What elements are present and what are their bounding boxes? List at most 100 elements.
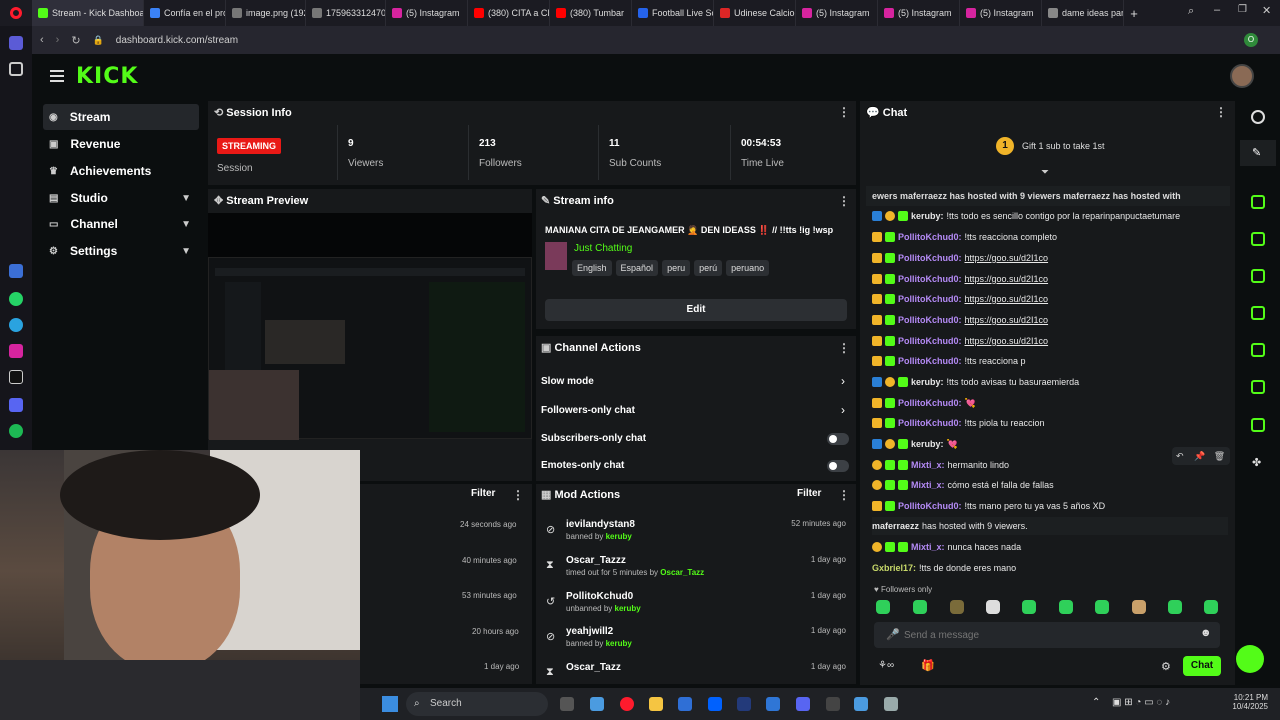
chat-username[interactable]: keruby: (911, 377, 944, 387)
windows-start-icon[interactable] (382, 696, 398, 712)
chat-username[interactable]: PollitoKchud0: (898, 294, 962, 304)
emote-icon[interactable] (950, 600, 964, 614)
gift-count-badge[interactable]: 1 (996, 137, 1014, 155)
emote-icon[interactable] (1204, 600, 1218, 614)
send-chat-button[interactable]: Chat (1183, 656, 1221, 676)
rail-doc-icon[interactable] (1251, 269, 1265, 283)
gift-icon[interactable]: 🎁 (921, 659, 935, 672)
tiktok-icon[interactable] (9, 370, 23, 384)
chat-username[interactable]: keruby: (911, 211, 944, 221)
browser-tab[interactable]: Confía en el proc (144, 0, 226, 26)
pencil-icon[interactable]: ✎ (1252, 146, 1261, 159)
chat-link[interactable]: https://goo.su/d2I1co (965, 274, 1049, 284)
taskbar-app-icon[interactable] (854, 697, 868, 711)
taskbar-search[interactable]: ⌕ Search (406, 692, 548, 716)
opera-taskbar-icon[interactable] (620, 697, 634, 711)
user-avatar[interactable] (1230, 64, 1254, 88)
rail-broadcast-icon[interactable] (1251, 343, 1265, 357)
new-tab-button[interactable]: + (1124, 6, 1144, 21)
browser-tab[interactable]: (380) Tumbar (550, 0, 632, 26)
nav-item-channel[interactable]: ▭ Channel ▼ (43, 211, 199, 237)
kick-logo[interactable]: KICK (76, 64, 138, 89)
aria-icon[interactable] (9, 264, 23, 278)
chevron-right-icon[interactable]: › (841, 403, 845, 417)
chat-more-icon[interactable]: ⋮ (1215, 105, 1227, 119)
emote-icon[interactable] (1059, 600, 1073, 614)
maximize-icon[interactable]: ❐ (1238, 4, 1247, 15)
menu-icon[interactable] (50, 70, 64, 82)
rail-chat-icon[interactable] (1251, 306, 1265, 320)
stream-preview-video[interactable] (208, 257, 532, 440)
browser-tab[interactable]: image.png (1920 (226, 0, 306, 26)
back-icon[interactable]: ‹ (40, 34, 44, 46)
chat-username[interactable]: PollitoKchud0: (898, 253, 962, 263)
taskbar-clock[interactable]: 10:21 PM 10/4/2025 (1226, 693, 1268, 711)
nav-item-studio[interactable]: ▤ Studio ▼ (43, 185, 199, 211)
nav-item-revenue[interactable]: ▣ Revenue (43, 131, 199, 157)
chat-username[interactable]: Mixti_x: (911, 460, 945, 470)
emote-icon[interactable] (1095, 600, 1109, 614)
tray-chevron-icon[interactable]: ⌃ (1092, 697, 1100, 708)
chat-username[interactable]: PollitoKchud0: (898, 501, 962, 511)
reply-icon[interactable]: ↶ (1176, 451, 1184, 461)
chat-link[interactable]: https://goo.su/d2I1co (965, 253, 1049, 263)
browser-tab[interactable]: (5) Instagram (386, 0, 468, 26)
emote-icon[interactable] (1132, 600, 1146, 614)
chat-tools-icon[interactable]: ⚘∞ (878, 660, 894, 671)
close-window-icon[interactable]: ✕ (1262, 4, 1271, 17)
instagram-icon[interactable] (9, 344, 23, 358)
activity-more-icon[interactable]: ⋮ (512, 488, 524, 502)
browser-tab[interactable]: (380) CITA a CIEG (468, 0, 550, 26)
nav-item-stream[interactable]: ◉ Stream (43, 104, 199, 130)
chat-message-input[interactable] (904, 626, 1194, 644)
rail-tools-icon[interactable] (1251, 418, 1265, 432)
emotes-only-toggle[interactable] (827, 460, 849, 472)
chat-username[interactable]: Mixti_x: (911, 542, 945, 552)
pin-icon[interactable]: 📌 (1194, 451, 1205, 461)
chat-link[interactable]: https://goo.su/d2I1co (965, 294, 1049, 304)
taskbar-app-icon[interactable] (737, 697, 751, 711)
info-icon[interactable] (1251, 110, 1265, 124)
session-more-icon[interactable]: ⋮ (838, 105, 850, 119)
microphone-icon[interactable]: 🎤 (886, 628, 900, 641)
support-headset-icon[interactable] (1236, 645, 1264, 673)
chat-settings-icon[interactable]: ⚙ (1161, 660, 1171, 673)
slow-mode-label[interactable]: Slow mode (541, 376, 594, 387)
discord-icon[interactable] (9, 398, 23, 412)
tab-search-icon[interactable]: ⌕ (1188, 5, 1194, 18)
chat-username[interactable]: PollitoKchud0: (898, 356, 962, 366)
browser-tab[interactable]: dame ideas para (1042, 0, 1124, 26)
emoji-icon[interactable]: ☻ (1200, 627, 1212, 639)
browser-tab[interactable]: Stream - Kick Dashboard (32, 0, 144, 26)
tag[interactable]: English (572, 260, 612, 276)
activity-filter-button[interactable]: Filter (471, 488, 495, 499)
edit-button[interactable]: Edit (545, 299, 847, 321)
gift-sub-prompt[interactable]: Gift 1 sub to take 1st (1022, 141, 1105, 151)
emote-icon[interactable] (913, 600, 927, 614)
rail-extensions-icon[interactable]: ✤ (1252, 456, 1261, 469)
browser-tab[interactable]: (5) Instagram (960, 0, 1042, 26)
opera-logo-icon[interactable] (0, 0, 32, 26)
whatsapp-icon[interactable] (9, 292, 23, 306)
outlook-icon[interactable] (766, 697, 780, 711)
taskbar-app-icon[interactable] (678, 697, 692, 711)
dropbox-icon[interactable] (708, 697, 722, 711)
browser-tab[interactable]: (5) Instagram (796, 0, 878, 26)
tag[interactable]: peru (662, 260, 691, 276)
taskbar-app-icon[interactable] (560, 697, 574, 711)
rail-list-icon[interactable] (1251, 380, 1265, 394)
chat-username[interactable]: PollitoKchud0: (898, 336, 962, 346)
chat-username[interactable]: maferraezz (872, 521, 919, 531)
delete-icon[interactable]: 🗑 (1214, 451, 1225, 461)
chat-username[interactable]: PollitoKchud0: (898, 315, 962, 325)
rail-bolt-icon[interactable] (1251, 232, 1265, 246)
nav-item-achievements[interactable]: ♛ Achievements (43, 158, 199, 184)
chat-username[interactable]: keruby: (911, 439, 944, 449)
chat-link[interactable]: https://goo.su/d2I1co (965, 315, 1049, 325)
file-explorer-icon[interactable] (649, 697, 663, 711)
tag[interactable]: perú (694, 260, 723, 276)
telegram-icon[interactable] (9, 318, 23, 332)
chat-username[interactable]: PollitoKchud0: (898, 418, 962, 428)
home-icon[interactable] (9, 62, 23, 76)
chat-username[interactable]: PollitoKchud0: (898, 274, 962, 284)
